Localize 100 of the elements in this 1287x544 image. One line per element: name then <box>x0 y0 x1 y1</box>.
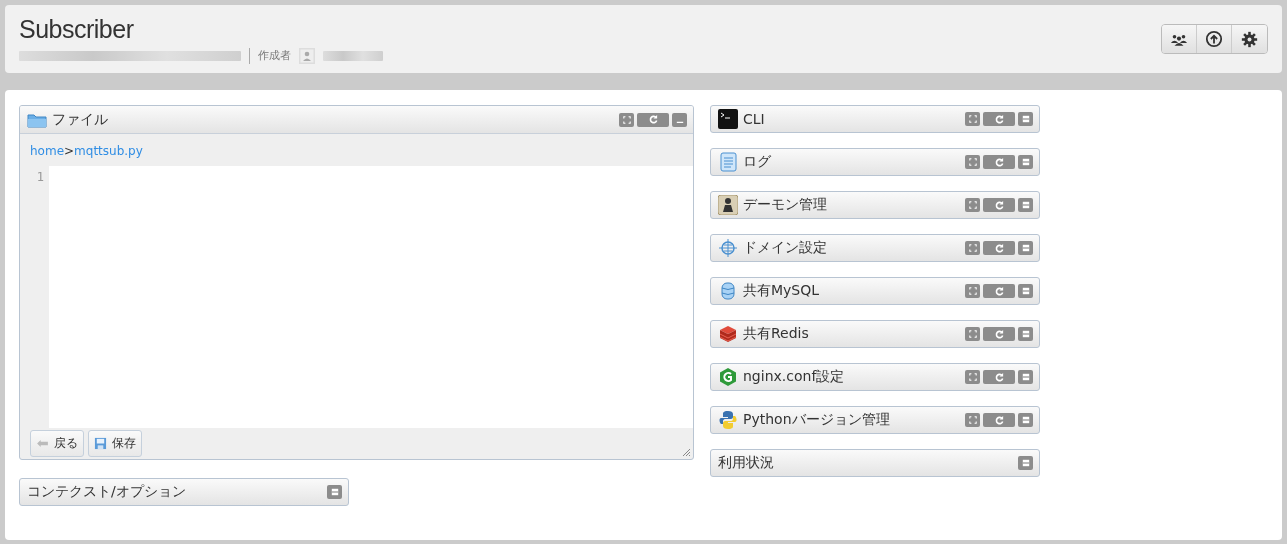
reload-button[interactable] <box>983 155 1015 169</box>
minimize-button[interactable] <box>672 112 687 127</box>
collapse-button[interactable] <box>1018 284 1033 298</box>
panel-title: デーモン管理 <box>743 196 828 214</box>
panel-header[interactable]: コンテクスト/オプション <box>19 478 349 506</box>
users-button[interactable] <box>1162 25 1197 53</box>
panel-header[interactable]: nginx.conf設定 <box>710 363 1040 391</box>
save-button[interactable]: 保存 <box>88 430 142 457</box>
expand-button[interactable] <box>965 413 980 427</box>
collapse-button[interactable] <box>1018 413 1033 427</box>
figure-icon <box>718 195 738 215</box>
reload-button[interactable] <box>983 327 1015 341</box>
upload-button[interactable] <box>1197 25 1232 53</box>
collapse-button[interactable] <box>1018 456 1033 470</box>
cube-stack-icon <box>718 324 738 344</box>
resize-grip-icon[interactable] <box>681 447 691 457</box>
python-icon <box>718 410 738 430</box>
page-title: Subscriber <box>19 14 135 44</box>
reload-button[interactable] <box>983 198 1015 212</box>
collapse-button[interactable] <box>327 485 342 499</box>
expand-button[interactable] <box>965 198 980 212</box>
arrow-left-icon <box>36 439 49 448</box>
expand-icon <box>968 244 977 252</box>
reload-icon <box>994 415 1004 425</box>
expand-icon <box>968 287 977 295</box>
collapse-icon <box>1021 115 1030 123</box>
panel-title: ドメイン設定 <box>743 239 828 257</box>
collapse-button[interactable] <box>1018 370 1033 384</box>
panel-header[interactable]: 利用状況 <box>710 449 1040 477</box>
collapse-button[interactable] <box>1018 198 1033 212</box>
settings-icon <box>1241 30 1258 48</box>
reload-button[interactable] <box>983 370 1015 384</box>
expand-button[interactable] <box>965 370 980 384</box>
panel-header[interactable]: Pythonバージョン管理 <box>710 406 1040 434</box>
expand-button[interactable] <box>965 155 980 169</box>
line-number: 1 <box>35 170 44 184</box>
panel-title: Pythonバージョン管理 <box>743 411 891 429</box>
reload-button[interactable] <box>983 413 1015 427</box>
reload-button[interactable] <box>983 112 1015 126</box>
panel-title: コンテクスト/オプション <box>27 483 187 501</box>
collapse-button[interactable] <box>1018 112 1033 126</box>
expand-icon <box>968 201 977 209</box>
breadcrumb-separator: > <box>64 144 75 158</box>
crosshair-globe-icon <box>718 238 738 258</box>
reload-icon <box>994 329 1004 339</box>
settings-button[interactable] <box>1232 25 1267 53</box>
reload-button[interactable] <box>637 112 669 127</box>
expand-button[interactable] <box>965 284 980 298</box>
blurred-text <box>323 50 383 61</box>
collapse-button[interactable] <box>1018 155 1033 169</box>
collapse-icon <box>1021 158 1030 166</box>
collapse-button[interactable] <box>1018 327 1033 341</box>
arrow-up-circle-icon <box>1205 30 1223 48</box>
collapse-icon <box>1021 373 1030 381</box>
expand-icon <box>968 416 977 424</box>
panel-header[interactable]: ファイル <box>20 106 693 134</box>
panel-title: ログ <box>743 153 772 171</box>
reload-button[interactable] <box>983 284 1015 298</box>
expand-button[interactable] <box>965 112 980 126</box>
reload-icon <box>994 372 1004 382</box>
collapse-icon <box>330 488 339 496</box>
collapse-button[interactable] <box>1018 241 1033 255</box>
reload-icon <box>648 115 658 124</box>
users-icon <box>1170 32 1188 46</box>
expand-button[interactable] <box>619 112 634 127</box>
database-icon <box>718 281 738 301</box>
reload-button[interactable] <box>983 241 1015 255</box>
panel-header[interactable]: CLI <box>710 105 1040 133</box>
panel-title: 共有Redis <box>743 325 810 343</box>
expand-button[interactable] <box>965 241 980 255</box>
collapse-icon <box>1021 459 1030 467</box>
panel-title: nginx.conf設定 <box>743 368 846 386</box>
reload-icon <box>994 200 1004 210</box>
panel-title: CLI <box>743 111 766 127</box>
panel-title: 共有MySQL <box>743 282 821 300</box>
expand-icon <box>968 373 977 381</box>
hexagon-letter-icon <box>718 367 738 387</box>
terminal-icon <box>718 109 738 129</box>
collapse-icon <box>1021 330 1030 338</box>
panel-header[interactable]: 共有Redis <box>710 320 1040 348</box>
expand-icon <box>968 330 977 338</box>
panel-title: 利用状況 <box>718 454 775 472</box>
expand-button[interactable] <box>965 327 980 341</box>
expand-icon <box>968 158 977 166</box>
panel-title: ファイル <box>52 110 109 129</box>
collapse-icon <box>1021 287 1030 295</box>
back-button[interactable]: 戻る <box>30 430 84 457</box>
reload-icon <box>994 157 1004 167</box>
reload-icon <box>994 286 1004 296</box>
panel-header[interactable]: 共有MySQL <box>710 277 1040 305</box>
collapse-icon <box>1021 244 1030 252</box>
panel-header[interactable]: ログ <box>710 148 1040 176</box>
panel-header[interactable]: ドメイン設定 <box>710 234 1040 262</box>
author-label: 作成者 <box>258 48 291 63</box>
panel-header[interactable]: デーモン管理 <box>710 191 1040 219</box>
expand-icon <box>968 115 977 123</box>
reload-icon <box>994 243 1004 253</box>
collapse-icon <box>1021 201 1030 209</box>
collapse-icon <box>1021 416 1030 424</box>
document-icon <box>718 152 738 172</box>
